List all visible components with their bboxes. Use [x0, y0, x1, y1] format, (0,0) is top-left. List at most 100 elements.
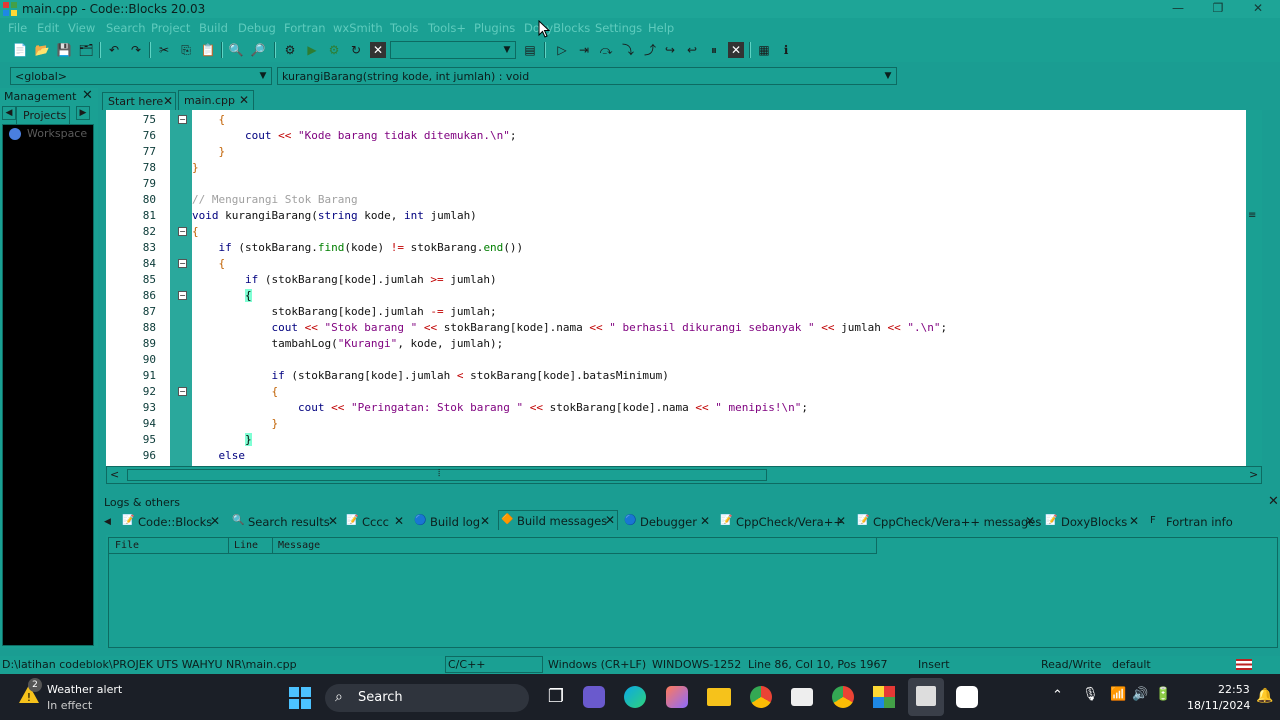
file-explorer-icon[interactable] — [707, 688, 731, 706]
run-icon[interactable]: ▶ — [304, 42, 320, 58]
close-icon[interactable]: ✕ — [700, 514, 710, 528]
code-line[interactable]: { — [192, 385, 278, 398]
code-line[interactable]: cout << "Stok barang " << stokBarang[kod… — [192, 321, 947, 334]
save-icon[interactable]: 💾 — [56, 42, 72, 58]
menu-tools-plus[interactable]: Tools+ — [428, 21, 466, 35]
close-icon[interactable]: ✕ — [82, 88, 93, 103]
capcut-icon[interactable] — [956, 686, 978, 708]
close-icon[interactable]: ✕ — [480, 514, 490, 528]
step-into-instruction-icon[interactable]: ↩ — [684, 42, 700, 58]
code-line[interactable]: } — [192, 433, 252, 446]
menu-build[interactable]: Build — [199, 21, 228, 35]
fold-toggle-icon[interactable]: − — [178, 227, 187, 236]
chevron-up-icon[interactable]: ⌃ — [1052, 688, 1063, 703]
fold-toggle-icon[interactable]: − — [178, 291, 187, 300]
log-tab[interactable]: 📝 DoxyBlocks ✕ — [1043, 512, 1143, 532]
redo-icon[interactable]: ↷ — [128, 42, 144, 58]
close-icon[interactable]: ✕ — [210, 514, 220, 528]
close-icon[interactable]: ✕ — [394, 514, 404, 528]
undo-icon[interactable]: ↶ — [106, 42, 122, 58]
close-icon[interactable]: ✕ — [1129, 514, 1139, 528]
log-tab[interactable]: 🔵 Debugger ✕ — [622, 512, 714, 532]
log-tab[interactable]: 📝 CppCheck/Vera++ messages ✕ — [855, 512, 1041, 532]
menu-search[interactable]: Search — [106, 21, 146, 35]
replace-icon[interactable]: 🔎 — [250, 42, 266, 58]
code-line[interactable]: { — [192, 257, 225, 270]
workspace-label[interactable]: Workspace — [27, 127, 87, 140]
tab-start-here[interactable]: Start here ✕ — [102, 92, 176, 110]
close-window-button[interactable]: ✕ — [1240, 0, 1276, 18]
teams-icon[interactable] — [583, 686, 605, 708]
close-icon[interactable]: ✕ — [836, 514, 846, 528]
menu-doxyblocks[interactable]: DoxyBlocks — [524, 21, 590, 35]
weather-title[interactable]: Weather alert — [47, 683, 122, 696]
debug-windows-icon[interactable]: ▦ — [756, 42, 772, 58]
windows-start-icon[interactable] — [289, 687, 311, 709]
log-tab[interactable]: F Fortran info — [1148, 512, 1248, 532]
build-messages-list[interactable]: File Line Message — [108, 537, 1278, 648]
close-icon[interactable]: ✕ — [328, 514, 338, 528]
debug-start-icon[interactable]: ▷ — [554, 42, 570, 58]
minimize-button[interactable]: — — [1160, 0, 1196, 18]
code-line[interactable]: { — [192, 225, 199, 238]
fold-toggle-icon[interactable]: − — [178, 259, 187, 268]
menu-debug[interactable]: Debug — [238, 21, 276, 35]
log-tab[interactable]: 📝 Code::Blocks ✕ — [120, 512, 224, 532]
column-header-file[interactable]: File — [109, 538, 229, 554]
code-line[interactable]: cout << "Kode barang tidak ditemukan.\n"… — [192, 129, 517, 142]
code-line[interactable]: else — [192, 449, 246, 462]
column-header-message[interactable]: Message — [273, 538, 877, 554]
task-view-icon[interactable]: ❐ — [545, 686, 567, 708]
taskbar-search-box[interactable]: ⌕ Search — [325, 684, 529, 712]
edge-browser-icon[interactable] — [624, 686, 646, 708]
target-options-icon[interactable]: ▤ — [522, 42, 538, 58]
code-line[interactable]: { — [192, 113, 225, 126]
cut-icon[interactable]: ✂ — [156, 42, 172, 58]
menu-fortran[interactable]: Fortran — [284, 21, 326, 35]
close-icon[interactable]: ✕ — [1268, 494, 1279, 509]
build-gear-icon[interactable]: ⚙ — [282, 42, 298, 58]
clock-date[interactable]: 18/11/2024 — [1187, 699, 1250, 712]
run-to-cursor-icon[interactable]: ⇥ — [576, 42, 592, 58]
pause-debug-icon[interactable]: ⏸ — [706, 42, 722, 58]
tab-scroll-left-icon[interactable]: ◀ — [2, 106, 16, 120]
new-file-icon[interactable]: 📄 — [12, 42, 28, 58]
paste-icon[interactable]: 📋 — [200, 42, 216, 58]
chrome-profile-icon[interactable] — [832, 686, 854, 708]
menu-project[interactable]: Project — [151, 21, 190, 35]
build-and-run-icon[interactable]: ⚙ — [326, 42, 342, 58]
code-line[interactable]: } — [192, 161, 199, 174]
camera-icon[interactable] — [791, 688, 813, 706]
code-editor[interactable]: 75 76 77 78 79 80 81 82 83 84 85 86 87 8… — [106, 110, 1262, 466]
menu-wxsmith[interactable]: wxSmith — [333, 21, 383, 35]
save-all-icon[interactable]: 🗂 — [78, 42, 94, 58]
close-icon[interactable]: ✕ — [1025, 514, 1035, 528]
log-tab[interactable]: 📝 Cccc ✕ — [344, 512, 408, 532]
stop-debug-icon[interactable]: ✕ — [728, 42, 744, 58]
scroll-thumb[interactable]: ⦙ — [127, 468, 767, 481]
menu-view[interactable]: View — [68, 21, 95, 35]
open-file-icon[interactable]: 📂 — [34, 42, 50, 58]
scroll-thumb-icon[interactable]: ≡ — [1248, 210, 1256, 221]
code-line[interactable]: if (stokBarang[kode].jumlah < stokBarang… — [192, 369, 668, 382]
editor-vertical-scrollbar[interactable]: ≡ — [1246, 110, 1262, 466]
menu-help[interactable]: Help — [648, 21, 674, 35]
copy-icon[interactable]: ⎘ — [178, 42, 194, 58]
code-line[interactable]: } — [192, 145, 225, 158]
tab-scroll-left-icon[interactable]: ◀ — [104, 514, 116, 530]
find-icon[interactable]: 🔍 — [228, 42, 244, 58]
scroll-left-icon[interactable]: < — [110, 468, 119, 481]
rebuild-icon[interactable]: ↻ — [348, 42, 364, 58]
column-header-line[interactable]: Line — [229, 538, 273, 554]
next-instruction-icon[interactable]: ↪ — [662, 42, 678, 58]
code-line[interactable]: if (stokBarang.find(kode) != stokBarang.… — [192, 241, 524, 254]
codeblocks-taskbar-icon[interactable] — [873, 686, 895, 708]
log-tab[interactable]: 🔍 Search results ✕ — [230, 512, 342, 532]
microphone-icon[interactable]: 🎙 — [1082, 687, 1099, 702]
code-line[interactable]: tambahLog("Kurangi", kode, jumlah); — [192, 337, 503, 350]
code-line[interactable]: cout << "Peringatan: Stok barang " << st… — [192, 401, 808, 414]
menu-file[interactable]: File — [8, 21, 27, 35]
log-tab[interactable]: 🔵 Build log ✕ — [412, 512, 494, 532]
clock-time[interactable]: 22:53 — [1218, 683, 1250, 696]
battery-icon[interactable]: 🔋 — [1155, 687, 1171, 702]
